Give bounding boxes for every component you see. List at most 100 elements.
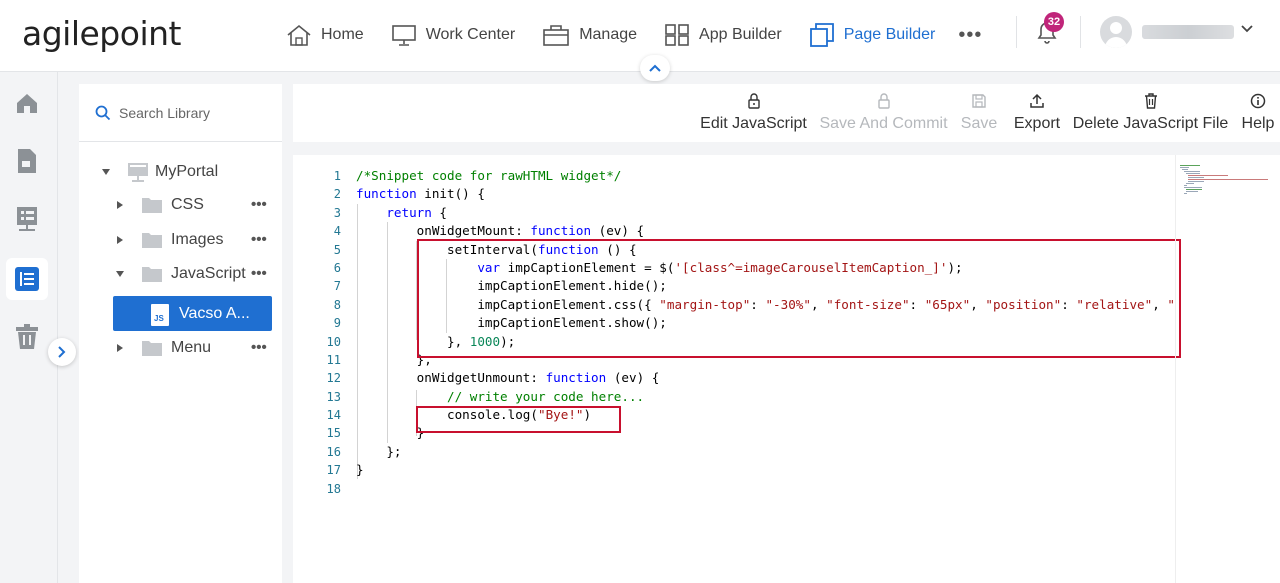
nav-more-button[interactable]: •••: [958, 24, 982, 47]
code-line: return {: [386, 204, 448, 220]
monitor-icon: [391, 25, 416, 46]
folder-icon: [142, 267, 162, 282]
nav-home[interactable]: Home: [286, 24, 364, 46]
page-icon: [18, 149, 36, 173]
caret-right-icon[interactable]: [115, 343, 125, 353]
user-name-redacted[interactable]: [1142, 25, 1234, 39]
tree-folder-menu[interactable]: Menu: [115, 339, 211, 357]
line-number: 6: [333, 260, 341, 275]
highlight-box-setinterval: [417, 239, 1181, 358]
lock-icon: [877, 93, 890, 109]
save-label: Save: [960, 115, 998, 132]
home-icon: [287, 24, 311, 46]
library-panel: MyPortal CSS ••• Images ••• JavaScript •…: [79, 84, 282, 583]
nav-work-center[interactable]: Work Center: [391, 24, 516, 46]
folder-more-button[interactable]: •••: [251, 339, 267, 356]
code-minimap[interactable]: [1175, 155, 1280, 583]
form-icon: [17, 207, 37, 231]
home-icon: [17, 94, 37, 113]
highlight-box-console-log: [416, 406, 621, 433]
folder-more-button[interactable]: •••: [251, 231, 267, 248]
rail-pages[interactable]: [6, 140, 48, 182]
tree-folder-javascript[interactable]: JavaScript: [115, 265, 246, 283]
nav-app-builder-label: App Builder: [699, 26, 782, 43]
rail-home[interactable]: [6, 82, 48, 124]
pages-icon: [809, 23, 834, 47]
folder-more-button[interactable]: •••: [251, 196, 267, 213]
nav-manage-label: Manage: [579, 26, 638, 43]
tree-folder-images[interactable]: Images: [115, 231, 223, 249]
line-number: 11: [326, 352, 341, 367]
file-label: Vacso A...: [179, 304, 250, 322]
edit-javascript-label: Edit JavaScript: [700, 115, 807, 132]
help-button[interactable]: Help: [1239, 84, 1277, 142]
export-icon: [1030, 93, 1044, 108]
caret-right-icon[interactable]: [115, 235, 125, 245]
rail-forms[interactable]: [6, 198, 48, 240]
line-number: 15: [326, 426, 341, 441]
expand-panel-button[interactable]: [48, 338, 76, 366]
line-number: 2: [333, 187, 341, 202]
left-rail: [0, 72, 58, 583]
delete-javascript-file-button[interactable]: Delete JavaScript File: [1073, 84, 1228, 142]
save-and-commit-button[interactable]: Save And Commit: [819, 84, 948, 142]
tree-folder-css[interactable]: CSS: [115, 196, 204, 214]
grid-icon: [665, 24, 689, 46]
code-line: onWidgetUnmount: function (ev) {: [356, 370, 660, 386]
tree-root-myportal[interactable]: MyPortal: [101, 162, 218, 182]
chevron-up-icon: [649, 64, 661, 72]
editor-toolbar: Edit JavaScript Save And Commit Save Exp…: [293, 84, 1280, 142]
agilepoint-logo[interactable]: agilepoint: [22, 14, 181, 53]
selected-file-vacso[interactable]: JS Vacso A...: [113, 296, 272, 331]
folder-icon: [142, 341, 162, 356]
caret-right-icon[interactable]: [115, 200, 125, 210]
folder-more-button[interactable]: •••: [251, 265, 267, 282]
rail-library[interactable]: [6, 258, 48, 300]
folder-label: JavaScript: [171, 265, 246, 282]
nav-work-center-label: Work Center: [425, 26, 516, 43]
chevron-down-icon[interactable]: [1240, 24, 1254, 34]
code-line: // write your code here...: [356, 388, 645, 404]
portal-icon: [128, 163, 148, 182]
edit-javascript-button[interactable]: Edit JavaScript: [700, 84, 807, 142]
line-number: 9: [333, 316, 341, 331]
line-number: 7: [333, 279, 341, 294]
lock-open-icon: [747, 93, 760, 109]
tree-root-label: MyPortal: [155, 163, 219, 180]
js-file-badge: JS: [154, 314, 164, 323]
briefcase-icon: [543, 25, 570, 46]
line-number-gutter: 1 2 3 4 5 6 7 8 9 10 11 12 13 14 15 16 17 18: [293, 167, 341, 498]
save-button[interactable]: Save: [959, 84, 999, 142]
line-number: 13: [326, 389, 341, 404]
line-number: 4: [333, 224, 341, 239]
export-button[interactable]: Export: [1012, 84, 1062, 142]
info-icon: [1250, 93, 1266, 109]
folder-label: Images: [171, 231, 224, 248]
line-number: 16: [326, 444, 341, 459]
code-editor[interactable]: 1 2 3 4 5 6 7 8 9 10 11 12 13 14 15 16 17 18 /*Snippet co…: [293, 155, 1280, 583]
nav-page-builder[interactable]: Page Builder: [809, 22, 935, 48]
library-search: [79, 84, 282, 142]
nav-manage[interactable]: Manage: [542, 24, 637, 46]
collapse-header-button[interactable]: [640, 55, 670, 81]
line-number: 10: [326, 334, 341, 349]
search-library-input[interactable]: [119, 104, 269, 121]
save-icon: [972, 94, 986, 108]
save-and-commit-label: Save And Commit: [819, 115, 948, 132]
user-avatar[interactable]: [1100, 16, 1132, 48]
folder-icon: [142, 198, 162, 213]
rail-recycle-bin[interactable]: [6, 316, 48, 358]
header-divider: [1080, 16, 1081, 48]
line-number: 1: [333, 169, 341, 183]
top-header: agilepoint Home Work Center Manage App B…: [0, 0, 1280, 72]
caret-down-icon[interactable]: [101, 167, 111, 177]
chevron-right-icon: [58, 346, 66, 358]
folder-label: CSS: [171, 196, 204, 213]
caret-down-icon[interactable]: [115, 269, 125, 279]
nav-app-builder[interactable]: App Builder: [664, 23, 782, 47]
search-icon: [95, 105, 111, 120]
folder-label: Menu: [171, 339, 212, 356]
line-number: 14: [326, 408, 341, 423]
code-line: onWidgetMount: function (ev) {: [356, 223, 645, 239]
